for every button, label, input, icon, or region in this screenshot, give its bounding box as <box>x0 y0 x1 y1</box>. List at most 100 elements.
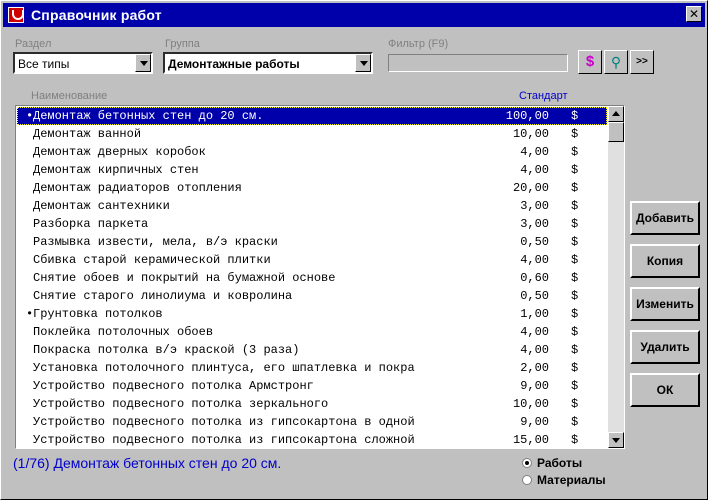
row-standard: 4,00 <box>520 325 549 339</box>
scroll-up-button[interactable] <box>608 106 624 122</box>
table-row[interactable]: • Грунтовка потолков 1,00 $ <box>17 305 607 323</box>
row-name: Устройство подвесного потолка Армстронг <box>33 379 314 393</box>
row-currency: $ <box>571 415 579 429</box>
find-button[interactable]: ⚲ <box>604 50 628 74</box>
row-currency: $ <box>571 433 579 447</box>
row-currency: $ <box>571 163 579 177</box>
edit-button[interactable]: Изменить <box>630 287 700 321</box>
table-row[interactable]: Устройство подвесного потолка Армстронг 9… <box>17 377 607 395</box>
row-currency: $ <box>571 343 579 357</box>
row-name: Демонтаж ванной <box>33 127 142 141</box>
row-standard: 4,00 <box>520 163 549 177</box>
reference-window: Справочник работ ✕ Раздел Все типы Групп… <box>0 0 708 500</box>
close-icon: ✕ <box>688 7 700 21</box>
row-standard: 9,00 <box>520 379 549 393</box>
add-button[interactable]: Добавить <box>630 201 700 235</box>
app-icon <box>8 7 24 23</box>
scroll-thumb[interactable] <box>608 122 624 142</box>
row-standard: 3,00 <box>520 199 549 213</box>
table-row[interactable]: Размывка извести, мела, в/э краски 0,50 $ <box>17 233 607 251</box>
table-row[interactable]: Снятие старого линолиума и ковролина 0,50… <box>17 287 607 305</box>
row-currency: $ <box>571 325 579 339</box>
row-name: Демонтаж бетонных стен до 20 см. <box>33 109 264 123</box>
ok-button[interactable]: ОК <box>630 373 700 407</box>
more-icon: >> <box>636 56 648 67</box>
row-standard: 1,00 <box>520 307 549 321</box>
filter-label: Фильтр (F9) <box>388 38 449 50</box>
row-standard: 4,00 <box>520 343 549 357</box>
group-select[interactable]: Демонтажные работы <box>163 52 373 74</box>
row-currency: $ <box>571 127 579 141</box>
row-name: Снятие обоев и покрытий на бумажной осно… <box>33 271 336 285</box>
row-name: Демонтаж радиаторов отопления <box>33 181 242 195</box>
table-row[interactable]: Покраска потолка в/э краской (3 раза) 4,0… <box>17 341 607 359</box>
row-name: Покраска потолка в/э краской (3 раза) <box>33 343 300 357</box>
row-standard: 4,00 <box>520 145 549 159</box>
row-standard: 10,00 <box>512 127 549 141</box>
row-currency: $ <box>571 217 579 231</box>
copy-button[interactable]: Копия <box>630 244 700 278</box>
table-row[interactable]: Разборка паркета 3,00 $ <box>17 215 607 233</box>
row-standard: 3,00 <box>520 217 549 231</box>
row-name: Разборка паркета <box>33 217 149 231</box>
row-currency: $ <box>571 307 579 321</box>
section-select[interactable]: Все типы <box>13 52 153 74</box>
group-label: Группа <box>165 38 200 50</box>
table-row[interactable]: Поклейка потолочных обоев 4,00 $ <box>17 323 607 341</box>
row-currency: $ <box>571 145 579 159</box>
dollar-icon: $ <box>585 53 595 70</box>
chevron-down-icon[interactable] <box>135 54 151 72</box>
table-row[interactable]: Снятие обоев и покрытий на бумажной осно… <box>17 269 607 287</box>
table-row[interactable]: • Демонтаж бетонных стен до 20 см. 100,00 $ <box>17 107 607 125</box>
row-standard: 4,00 <box>520 253 549 267</box>
chevron-down-icon[interactable] <box>355 54 371 72</box>
column-header-standard: Стандарт <box>519 90 568 102</box>
row-standard: 2,00 <box>520 361 549 375</box>
row-standard: 100,00 <box>505 109 549 123</box>
row-name: Демонтаж дверных коробок <box>33 145 206 159</box>
row-currency: $ <box>571 181 579 195</box>
radio-materials-indicator[interactable] <box>522 475 532 485</box>
row-currency: $ <box>571 271 579 285</box>
table-row[interactable]: Демонтаж кирпичных стен 4,00 $ <box>17 161 607 179</box>
table-row[interactable]: Демонтаж сантехники 3,00 $ <box>17 197 607 215</box>
row-currency: $ <box>571 289 579 303</box>
vertical-scrollbar[interactable] <box>608 106 624 448</box>
currency-button[interactable]: $ <box>578 50 602 74</box>
row-currency: $ <box>571 379 579 393</box>
row-name: Сбивка старой керамической плитки <box>33 253 271 267</box>
close-button[interactable]: ✕ <box>686 6 702 22</box>
row-standard: 0,50 <box>520 289 549 303</box>
table-row[interactable]: Устройство подвесного потолка зеркальног… <box>17 395 607 413</box>
row-name: Грунтовка потолков <box>33 307 163 321</box>
table-row[interactable]: Демонтаж ванной 10,00 $ <box>17 125 607 143</box>
row-name: Установка потолочного плинтуса, его шпат… <box>33 361 415 375</box>
row-name: Поклейка потолочных обоев <box>33 325 214 339</box>
more-button[interactable]: >> <box>630 50 654 74</box>
title-bar: Справочник работ ✕ <box>3 3 705 27</box>
works-list[interactable]: • Демонтаж бетонных стен до 20 см. 100,00 $… <box>15 105 625 449</box>
row-standard: 10,00 <box>512 397 549 411</box>
status-text: (1/76) Демонтаж бетонных стен до 20 см. <box>13 455 282 471</box>
row-standard: 15,00 <box>512 433 549 447</box>
radio-works-indicator[interactable] <box>522 458 532 468</box>
scroll-down-button[interactable] <box>608 432 624 448</box>
delete-button[interactable]: Удалить <box>630 330 700 364</box>
table-row[interactable]: Демонтаж радиаторов отопления 20,00 $ <box>17 179 607 197</box>
table-row[interactable]: Установка потолочного плинтуса, его шпат… <box>17 359 607 377</box>
row-standard: 9,00 <box>520 415 549 429</box>
table-row[interactable]: Сбивка старой керамической плитки 4,00 $ <box>17 251 607 269</box>
table-row[interactable]: Демонтаж дверных коробок 4,00 $ <box>17 143 607 161</box>
window-title: Справочник работ <box>31 7 162 23</box>
table-row[interactable]: Устройство подвесного потолка из гипсока… <box>17 413 607 431</box>
radio-works-label: Работы <box>537 456 583 470</box>
section-label: Раздел <box>15 38 52 50</box>
table-row[interactable]: Устройство подвесного потолка из гипсока… <box>17 431 607 449</box>
row-currency: $ <box>571 397 579 411</box>
filter-input[interactable] <box>388 54 568 72</box>
binoculars-icon: ⚲ <box>610 54 622 70</box>
row-name: Устройство подвесного потолка зеркальног… <box>33 397 329 411</box>
row-currency: $ <box>571 253 579 267</box>
row-currency: $ <box>571 361 579 375</box>
row-currency: $ <box>571 235 579 249</box>
